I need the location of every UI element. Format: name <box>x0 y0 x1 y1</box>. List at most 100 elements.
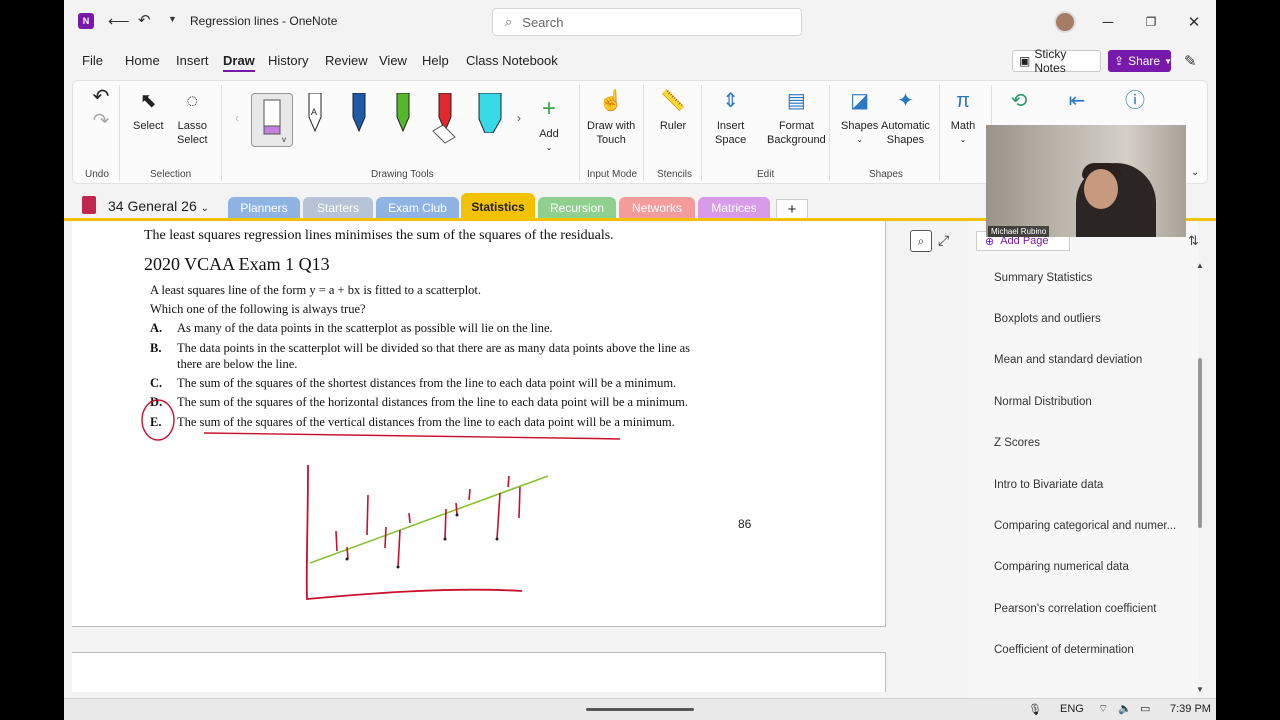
page-canvas-next[interactable] <box>72 652 886 692</box>
pen-blue-icon[interactable] <box>349 93 369 133</box>
arrow-in-icon: ⇤ <box>1068 90 1086 112</box>
page-item[interactable]: Comparing numerical data <box>994 561 1129 573</box>
page-item[interactable]: Boxplots and outliers <box>994 313 1101 325</box>
tab-starters[interactable]: Starters <box>303 197 373 219</box>
math-button[interactable]: π Math ⌄ <box>949 87 977 147</box>
page-search-icon[interactable]: ⌕ <box>910 230 932 252</box>
pen-eraser-selected[interactable]: v <box>251 93 293 147</box>
microphone-icon[interactable]: 🎙 <box>1028 703 1042 716</box>
pages-scrollbar[interactable] <box>1198 358 1202 528</box>
page-item[interactable]: Normal Distribution <box>994 396 1092 408</box>
menu-review[interactable]: Review <box>325 53 368 68</box>
tab-networks[interactable]: Networks <box>619 197 695 219</box>
page-item[interactable]: Mean and standard deviation <box>994 354 1142 366</box>
menu-file[interactable]: File <box>82 53 103 68</box>
pen-black-icon[interactable]: A <box>305 93 325 133</box>
tab-planners[interactable]: Planners <box>228 197 300 219</box>
tab-matrices[interactable]: Matrices <box>698 197 770 219</box>
pointer-icon: ⬉ <box>139 90 157 112</box>
close-icon[interactable]: ✕ <box>1184 12 1204 32</box>
minimize-icon[interactable]: ─ <box>1098 12 1118 32</box>
tab-statistics[interactable]: Statistics <box>461 193 535 220</box>
tab-exam-club[interactable]: Exam Club <box>376 197 459 219</box>
auto-shapes-label-1: Automatic <box>881 120 930 132</box>
lasso-label-2: Select <box>177 134 208 146</box>
menu-draw[interactable]: Draw <box>223 53 255 72</box>
menu-class-notebook[interactable]: Class Notebook <box>466 53 558 68</box>
notebook-selector[interactable]: 34 General 26 ⌄ <box>108 198 209 214</box>
menu-insert[interactable]: Insert <box>176 53 209 68</box>
chevron-down-icon: ⌄ <box>856 135 863 144</box>
menu-view[interactable]: View <box>379 53 407 68</box>
add-label: Add <box>539 128 559 140</box>
ruler-button[interactable]: 📏 Ruler <box>659 87 687 133</box>
share-button[interactable]: ⇪ Share ▼ <box>1108 50 1172 72</box>
touch-hand-icon: ☝ <box>598 90 624 112</box>
scroll-right-icon[interactable]: › <box>517 111 521 125</box>
letterbox-right <box>1216 0 1280 720</box>
undo-icon[interactable]: ↶ <box>138 11 151 29</box>
lasso-select-button[interactable]: ◌ Lasso Select <box>177 87 208 147</box>
ribbon-separator <box>829 85 830 181</box>
immersive-reader-button[interactable]: ⇤ <box>1063 87 1091 119</box>
page-item[interactable]: Intro to Bivariate data <box>994 479 1103 491</box>
taskbar-handle[interactable] <box>586 708 694 711</box>
page-item[interactable]: Coefficient of determination <box>994 644 1134 656</box>
highlighter-cyan-icon[interactable] <box>477 93 503 133</box>
scroll-up-icon[interactable]: ▲ <box>1196 261 1204 270</box>
sort-icon[interactable]: ⇅ <box>1188 233 1199 249</box>
format-background-button[interactable]: ▤ Format Background <box>767 87 826 147</box>
pen-green-icon[interactable] <box>393 93 413 133</box>
language-indicator[interactable]: ENG <box>1060 703 1084 715</box>
menu-home[interactable]: Home <box>125 53 160 68</box>
taskbar: 🎙 ENG ⌔ 🔈 ▭ 7:39 PM <box>64 698 1216 720</box>
help-button[interactable]: ⓘ <box>1121 87 1149 119</box>
format-bg-label-1: Format <box>778 120 814 132</box>
expand-icon[interactable]: ⤢ <box>938 232 949 249</box>
page-canvas[interactable]: The least squares regression lines minim… <box>72 221 886 627</box>
restore-icon[interactable]: ❐ <box>1141 12 1161 32</box>
ruled-lines-icon: ▤ <box>786 90 806 112</box>
add-section-button[interactable]: + <box>776 199 808 219</box>
sticky-notes-button[interactable]: ▣ Sticky Notes <box>1012 47 1101 75</box>
draw-with-touch-button[interactable]: ☝ Draw with Touch <box>587 87 635 147</box>
tab-recursion[interactable]: Recursion <box>538 197 616 219</box>
wifi-icon[interactable]: ⌔ <box>1098 702 1108 716</box>
automatic-shapes-button[interactable]: ✦ Automatic Shapes <box>881 87 930 147</box>
insert-space-button[interactable]: ⇕ Insert Space <box>715 87 746 147</box>
shapes-button[interactable]: ◪ Shapes ⌄ <box>841 87 878 147</box>
select-button[interactable]: ⬉ Select <box>133 87 164 133</box>
back-icon[interactable]: ⟵ <box>108 12 130 30</box>
scroll-down-icon[interactable]: ▼ <box>1196 685 1204 694</box>
replay-icon: ⟲ <box>1010 90 1028 112</box>
ink-residuals <box>335 475 521 568</box>
tab-label: Planners <box>240 201 288 215</box>
menu-help[interactable]: Help <box>422 53 449 68</box>
ink-replay-button[interactable]: ⟲ <box>1005 87 1033 119</box>
eraser-tool-icon[interactable] <box>429 125 459 147</box>
ribbon-separator <box>701 85 702 181</box>
scroll-left-icon[interactable]: ‹ <box>235 111 239 125</box>
tab-label: Matrices <box>711 201 757 215</box>
clock[interactable]: 7:39 PM <box>1170 703 1211 715</box>
page-item[interactable]: Summary Statistics <box>994 272 1092 284</box>
webcam-overlay: Michael Rubino <box>986 125 1186 237</box>
svg-text:A: A <box>311 107 317 117</box>
page-item[interactable]: Comparing categorical and numer... <box>994 520 1176 532</box>
redo-ribbon-button[interactable]: ↷ <box>87 107 115 139</box>
search-box[interactable]: ⌕ Search <box>492 8 802 36</box>
window-title: Regression lines - OneNote <box>190 14 338 28</box>
page-item[interactable]: Pearson's correlation coefficient <box>994 603 1156 615</box>
plus-icon: + <box>787 200 797 218</box>
account-avatar[interactable] <box>1054 11 1076 33</box>
quick-access-dropdown-icon[interactable]: ▼ <box>168 14 177 24</box>
volume-icon[interactable]: 🔈 <box>1118 702 1132 715</box>
math-label: Math <box>950 120 976 132</box>
shapes-icon: ◪ <box>850 90 870 112</box>
add-pen-button[interactable]: + Add ⌄ <box>535 95 563 155</box>
ribbon-collapse-icon[interactable]: ⌄ <box>1191 167 1199 178</box>
battery-icon[interactable]: ▭ <box>1140 702 1150 715</box>
feedback-icon[interactable]: ✎ <box>1184 52 1197 70</box>
menu-history[interactable]: History <box>268 53 308 68</box>
page-item[interactable]: Z Scores <box>994 437 1040 449</box>
